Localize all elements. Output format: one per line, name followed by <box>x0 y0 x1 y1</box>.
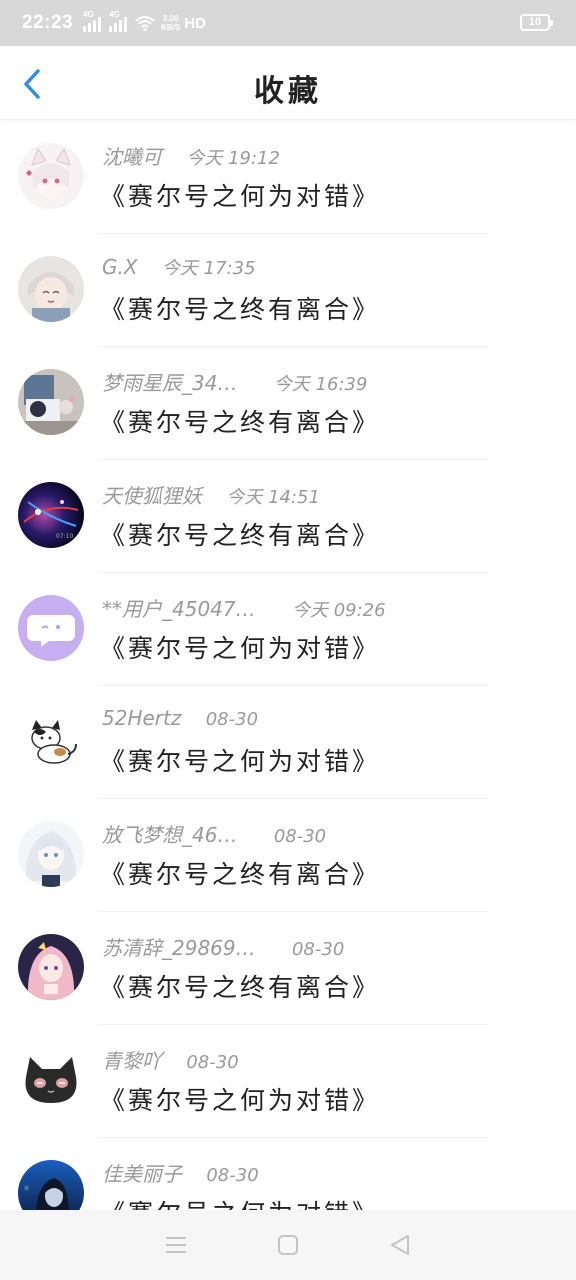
network-speed-value: 3.00 <box>162 14 179 23</box>
menu-button[interactable] <box>161 1230 191 1260</box>
timestamp: 今天 09:26 <box>291 600 386 621</box>
work-title[interactable]: 《赛尔号之终有离合》 <box>100 968 380 1004</box>
system-back-button[interactable] <box>385 1230 415 1260</box>
svg-text:07:10: 07:10 <box>56 533 73 540</box>
user-name[interactable]: 梦雨星辰_34… <box>102 367 237 396</box>
favorites-list: 沈曦可 今天 19:12 《赛尔号之何为对错》 G.X 今天 17:35 《赛尔… <box>0 121 576 1251</box>
favorite-list-item[interactable]: 梦雨星辰_34… 今天 16:39 《赛尔号之终有离合》 <box>0 347 576 460</box>
item-meta: 佳美丽子 08-30 <box>102 1158 259 1188</box>
timestamp: 今天 19:12 <box>186 148 280 169</box>
item-meta: 梦雨星辰_34… 今天 16:39 <box>102 367 367 397</box>
timestamp: 08-30 <box>205 709 259 730</box>
favorite-list-item[interactable]: 放飞梦想_46… 08-30 《赛尔号之终有离合》 <box>0 799 576 912</box>
user-avatar[interactable] <box>18 143 84 209</box>
user-avatar[interactable] <box>18 934 84 1000</box>
user-avatar[interactable] <box>18 708 84 774</box>
user-name[interactable]: 苏清辞_29869… <box>102 932 256 961</box>
item-meta: 沈曦可 今天 19:12 <box>102 141 280 171</box>
item-meta: 青黎吖 08-30 <box>102 1045 239 1075</box>
home-button[interactable] <box>273 1230 303 1260</box>
status-time: 22:23 <box>22 12 74 33</box>
item-meta: **用户_45047… 今天 09:26 <box>102 593 386 623</box>
work-title[interactable]: 《赛尔号之何为对错》 <box>100 177 380 213</box>
timestamp: 今天 14:51 <box>226 487 320 508</box>
item-meta: 苏清辞_29869… 08-30 <box>102 932 344 962</box>
battery-icon: 10 <box>520 14 553 31</box>
user-avatar[interactable] <box>18 595 84 661</box>
favorite-list-item[interactable]: G.X 今天 17:35 《赛尔号之终有离合》 <box>0 234 576 347</box>
timestamp: 08-30 <box>273 826 327 847</box>
timestamp: 08-30 <box>206 1165 259 1186</box>
timestamp: 今天 16:39 <box>273 374 368 395</box>
favorite-list-item[interactable]: 沈曦可 今天 19:12 《赛尔号之何为对错》 <box>0 121 576 234</box>
network-speed: 3.00 KB/S <box>161 14 180 32</box>
item-meta: 放飞梦想_46… 08-30 <box>102 819 326 849</box>
favorite-list-item[interactable]: 青黎吖 08-30 《赛尔号之何为对错》 <box>0 1025 576 1138</box>
favorite-list-item[interactable]: 52Hertz 08-30 《赛尔号之何为对错》 <box>0 686 576 799</box>
sim2-network-tag: 4G <box>109 10 120 19</box>
app-header: 收藏 <box>0 46 576 120</box>
item-meta: 天使狐狸妖 今天 14:51 <box>102 480 320 510</box>
user-name[interactable]: G.X <box>102 255 138 279</box>
square-home-icon[interactable] <box>276 1233 300 1257</box>
timestamp: 08-30 <box>291 939 345 960</box>
timestamp: 今天 17:35 <box>161 258 256 279</box>
signal-sim2-icon: 4G <box>109 10 128 32</box>
hd-badge: HD <box>184 14 206 32</box>
favorite-list-item[interactable]: 苏清辞_29869… 08-30 《赛尔号之终有离合》 <box>0 912 576 1025</box>
user-name[interactable]: 放飞梦想_46… <box>102 819 237 848</box>
triangle-back-icon[interactable] <box>388 1233 412 1257</box>
user-name[interactable]: 佳美丽子 <box>102 1158 182 1187</box>
user-avatar[interactable] <box>18 1047 84 1113</box>
user-avatar[interactable] <box>18 256 84 322</box>
user-name[interactable]: 青黎吖 <box>102 1045 162 1074</box>
network-speed-unit: KB/S <box>161 23 181 32</box>
favorite-list-item[interactable]: **用户_45047… 今天 09:26 《赛尔号之何为对错》 <box>0 573 576 686</box>
item-meta: 52Hertz 08-30 <box>102 706 258 736</box>
sim1-network-tag: 4G <box>83 10 94 19</box>
page-title: 收藏 <box>254 74 322 109</box>
signal-sim1-icon: 4G <box>83 10 102 32</box>
work-title[interactable]: 《赛尔号之终有离合》 <box>100 516 380 552</box>
svg-text:夜: 夜 <box>24 1185 29 1192</box>
menu-lines-icon[interactable] <box>164 1235 188 1255</box>
user-name[interactable]: 52Hertz <box>102 706 181 730</box>
user-name[interactable]: **用户_45047… <box>102 593 256 622</box>
user-avatar[interactable]: 07:10 <box>18 482 84 548</box>
user-name[interactable]: 天使狐狸妖 <box>102 480 202 509</box>
work-title[interactable]: 《赛尔号之终有离合》 <box>100 855 380 891</box>
user-avatar[interactable] <box>18 369 84 435</box>
work-title[interactable]: 《赛尔号之终有离合》 <box>100 403 380 439</box>
user-name[interactable]: 沈曦可 <box>102 141 162 170</box>
work-title[interactable]: 《赛尔号之何为对错》 <box>100 629 380 665</box>
status-bar: 22:23 4G 4G 3.00 KB/S HD 10 <box>0 0 576 46</box>
system-nav-bar <box>0 1210 576 1280</box>
timestamp: 08-30 <box>186 1052 239 1073</box>
work-title[interactable]: 《赛尔号之终有离合》 <box>100 290 380 326</box>
wifi-icon <box>135 16 155 31</box>
work-title[interactable]: 《赛尔号之何为对错》 <box>100 1081 380 1117</box>
work-title[interactable]: 《赛尔号之何为对错》 <box>100 742 380 778</box>
favorite-list-item[interactable]: 07:10 天使狐狸妖 今天 14:51 《赛尔号之终有离合》 <box>0 460 576 573</box>
user-avatar[interactable] <box>18 821 84 887</box>
item-meta: G.X 今天 17:35 <box>102 254 256 284</box>
